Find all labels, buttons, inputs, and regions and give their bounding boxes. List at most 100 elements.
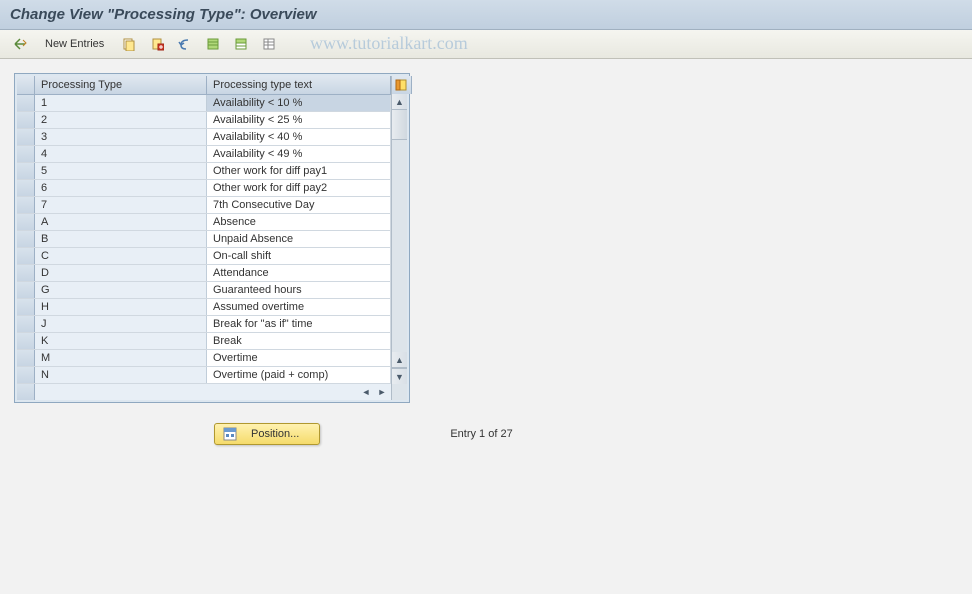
table-row[interactable]: MOvertime xyxy=(17,350,391,367)
table-row[interactable]: DAttendance xyxy=(17,265,391,282)
row-selector[interactable] xyxy=(17,112,35,128)
cell-processing-text[interactable]: Overtime (paid + comp) xyxy=(207,367,391,383)
cell-processing-text[interactable]: Unpaid Absence xyxy=(207,231,391,247)
position-button-label: Position... xyxy=(251,428,299,440)
row-selector[interactable] xyxy=(17,163,35,179)
table-settings-icon[interactable] xyxy=(392,76,412,94)
title-bar: Change View "Processing Type": Overview xyxy=(0,0,972,30)
new-entries-button[interactable]: New Entries xyxy=(36,34,113,54)
cell-processing-text[interactable]: On-call shift xyxy=(207,248,391,264)
cell-processing-text[interactable]: Availability < 25 % xyxy=(207,112,391,128)
cell-processing-text[interactable]: 7th Consecutive Day xyxy=(207,197,391,213)
cell-processing-type[interactable]: C xyxy=(35,248,207,264)
cell-processing-text[interactable]: Availability < 40 % xyxy=(207,129,391,145)
select-block-icon[interactable] xyxy=(229,34,253,54)
table-row[interactable]: 2Availability < 25 % xyxy=(17,112,391,129)
toggle-icon[interactable] xyxy=(8,34,32,54)
vertical-scrollbar[interactable]: ▲ ▲ ▼ xyxy=(391,76,407,384)
cell-processing-type[interactable]: 7 xyxy=(35,197,207,213)
column-header-type[interactable]: Processing Type xyxy=(35,76,207,94)
row-selector[interactable] xyxy=(17,316,35,332)
cell-processing-text[interactable]: Assumed overtime xyxy=(207,299,391,315)
table-row[interactable]: BUnpaid Absence xyxy=(17,231,391,248)
row-selector[interactable] xyxy=(17,129,35,145)
cell-processing-type[interactable]: D xyxy=(35,265,207,281)
table-row[interactable]: 1Availability < 10 % xyxy=(17,95,391,112)
row-selector[interactable] xyxy=(17,282,35,298)
cell-processing-type[interactable]: M xyxy=(35,350,207,366)
cell-processing-type[interactable]: G xyxy=(35,282,207,298)
row-selector[interactable] xyxy=(17,299,35,315)
cell-processing-text[interactable]: Absence xyxy=(207,214,391,230)
row-selector[interactable] xyxy=(17,333,35,349)
table-body: 1Availability < 10 %2Availability < 25 %… xyxy=(17,95,391,384)
scroll-right-icon[interactable]: ► xyxy=(375,385,389,399)
cell-processing-text[interactable]: Availability < 10 % xyxy=(207,95,391,111)
select-all-icon[interactable] xyxy=(201,34,225,54)
row-selector[interactable] xyxy=(17,146,35,162)
copy-icon[interactable] xyxy=(117,34,141,54)
cell-processing-type[interactable]: J xyxy=(35,316,207,332)
scroll-track[interactable] xyxy=(392,140,407,352)
hscroll-track[interactable]: ◄ ► xyxy=(35,384,391,400)
row-selector[interactable] xyxy=(17,367,35,383)
table-row[interactable]: 77th Consecutive Day xyxy=(17,197,391,214)
cell-processing-text[interactable]: Break xyxy=(207,333,391,349)
table-row[interactable]: 4Availability < 49 % xyxy=(17,146,391,163)
hscroll-corner-left xyxy=(17,384,35,400)
cell-processing-type[interactable]: 1 xyxy=(35,95,207,111)
row-selector[interactable] xyxy=(17,214,35,230)
row-selector[interactable] xyxy=(17,180,35,196)
cell-processing-type[interactable]: 5 xyxy=(35,163,207,179)
position-icon xyxy=(223,427,237,441)
row-selector[interactable] xyxy=(17,248,35,264)
column-header-text[interactable]: Processing type text xyxy=(207,76,391,94)
horizontal-scrollbar: ◄ ► xyxy=(17,384,407,400)
undo-icon[interactable] xyxy=(173,34,197,54)
hscroll-corner-right xyxy=(391,384,407,400)
cell-processing-text[interactable]: Availability < 49 % xyxy=(207,146,391,162)
scroll-up-icon[interactable]: ▲ xyxy=(392,94,407,110)
cell-processing-type[interactable]: 2 xyxy=(35,112,207,128)
row-selector[interactable] xyxy=(17,350,35,366)
entry-status: Entry 1 of 27 xyxy=(450,428,512,440)
table-row[interactable]: NOvertime (paid + comp) xyxy=(17,367,391,384)
table-header: Processing Type Processing type text xyxy=(17,76,391,95)
table-row[interactable]: COn-call shift xyxy=(17,248,391,265)
delete-icon[interactable] xyxy=(145,34,169,54)
cell-processing-text[interactable]: Other work for diff pay2 xyxy=(207,180,391,196)
cell-processing-type[interactable]: B xyxy=(35,231,207,247)
table-row[interactable]: 6Other work for diff pay2 xyxy=(17,180,391,197)
table-row[interactable]: JBreak for "as if" time xyxy=(17,316,391,333)
row-selector[interactable] xyxy=(17,231,35,247)
cell-processing-type[interactable]: K xyxy=(35,333,207,349)
cell-processing-text[interactable]: Break for "as if" time xyxy=(207,316,391,332)
position-button[interactable]: Position... xyxy=(214,423,320,445)
table-row[interactable]: AAbsence xyxy=(17,214,391,231)
cell-processing-type[interactable]: N xyxy=(35,367,207,383)
cell-processing-type[interactable]: H xyxy=(35,299,207,315)
cell-processing-type[interactable]: 3 xyxy=(35,129,207,145)
table-row[interactable]: KBreak xyxy=(17,333,391,350)
scroll-thumb[interactable] xyxy=(392,110,407,140)
cell-processing-type[interactable]: 4 xyxy=(35,146,207,162)
column-header-selector[interactable] xyxy=(17,76,35,94)
cell-processing-type[interactable]: 6 xyxy=(35,180,207,196)
cell-processing-text[interactable]: Attendance xyxy=(207,265,391,281)
table-row[interactable]: HAssumed overtime xyxy=(17,299,391,316)
table-row[interactable]: 3Availability < 40 % xyxy=(17,129,391,146)
row-selector[interactable] xyxy=(17,197,35,213)
cell-processing-text[interactable]: Guaranteed hours xyxy=(207,282,391,298)
cell-processing-text[interactable]: Overtime xyxy=(207,350,391,366)
watermark-text: www.tutorialkart.com xyxy=(310,33,468,54)
cell-processing-type[interactable]: A xyxy=(35,214,207,230)
cell-processing-text[interactable]: Other work for diff pay1 xyxy=(207,163,391,179)
deselect-all-icon[interactable] xyxy=(257,34,281,54)
row-selector[interactable] xyxy=(17,95,35,111)
row-selector[interactable] xyxy=(17,265,35,281)
scroll-left-icon[interactable]: ◄ xyxy=(359,385,373,399)
table-row[interactable]: 5Other work for diff pay1 xyxy=(17,163,391,180)
scroll-down-icon[interactable]: ▼ xyxy=(392,368,407,384)
scroll-up2-icon[interactable]: ▲ xyxy=(392,352,407,368)
table-row[interactable]: GGuaranteed hours xyxy=(17,282,391,299)
